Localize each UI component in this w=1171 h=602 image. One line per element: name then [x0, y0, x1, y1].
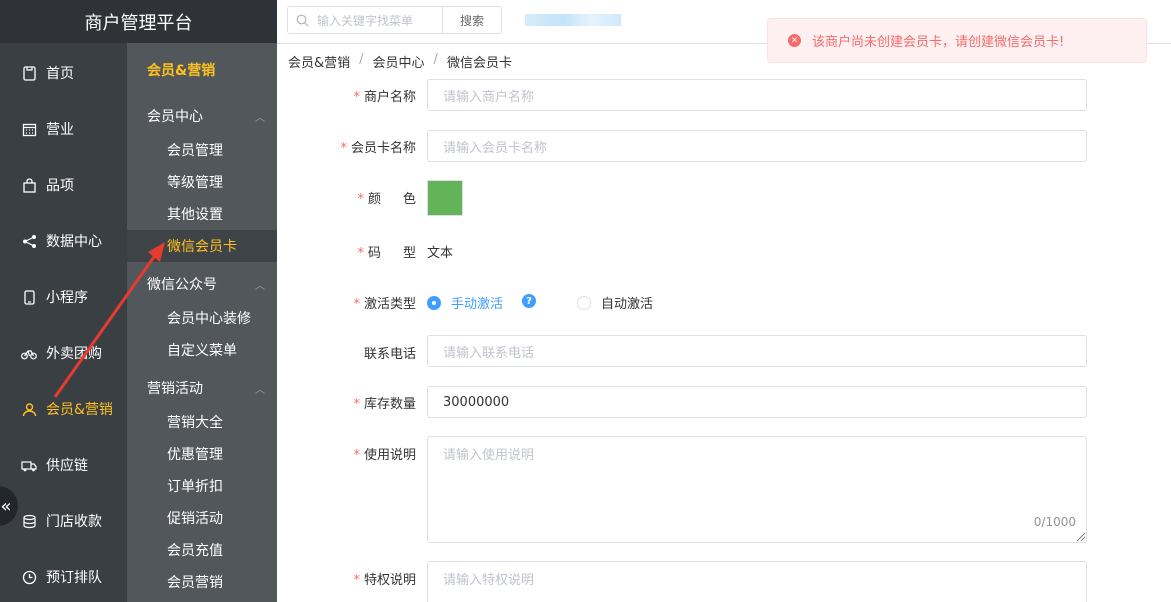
code-type-label: * 码型: [357, 246, 438, 261]
sidebar-item-coupon-management[interactable]: 优惠管理: [127, 438, 277, 470]
radio-auto-activation[interactable]: 自动激活: [577, 293, 653, 312]
usage-textarea[interactable]: 请输入使用说明 0/1000: [427, 436, 1087, 543]
color-label: * 颜色: [357, 192, 438, 207]
nav-item-store-payment[interactable]: 门店收款: [0, 493, 127, 549]
secondary-sidebar-title: 会员&营销: [147, 63, 216, 79]
group-label: 营销活动: [147, 381, 203, 397]
nav-item-member-marketing[interactable]: 会员&营销: [0, 381, 127, 437]
nav-item-data-center[interactable]: 数据中心: [0, 213, 127, 269]
group-label: 会员中心: [147, 109, 203, 125]
nav-item-miniprogram[interactable]: 小程序: [0, 269, 127, 325]
nav-item-label: 品项: [46, 178, 74, 194]
code-type-value: 文本: [427, 246, 454, 261]
privilege-textarea[interactable]: 请输入特权说明: [427, 561, 1087, 602]
radio-manual-activation[interactable]: 手动激活: [427, 293, 503, 312]
color-picker-swatch[interactable]: [427, 180, 463, 216]
nav-item-delivery[interactable]: 外卖团购: [0, 325, 127, 381]
chevron-up-icon: ︿: [255, 384, 265, 396]
group-member-center[interactable]: 会员中心 ︿: [147, 106, 267, 126]
bag-icon: [20, 176, 38, 194]
activation-type-label: * 激活类型: [353, 297, 416, 312]
help-icon[interactable]: ?: [522, 294, 536, 308]
breadcrumb-item[interactable]: 会员&营销: [288, 52, 350, 71]
app-root: 商户管理平台 首页 营业 品项 数据中心 小程序 外卖团购 会员&营销 供应链 …: [0, 0, 1171, 602]
group-label: 微信公众号: [147, 277, 217, 293]
card-name-input[interactable]: 请输入会员卡名称: [427, 130, 1087, 162]
nav-item-label: 门店收款: [46, 514, 102, 530]
toast-message: 该商户尚未创建会员卡，请创建微信会员卡!: [812, 35, 1065, 50]
coins-icon: [20, 512, 38, 530]
merchant-name-input[interactable]: 请输入商户名称: [427, 79, 1087, 111]
bike-icon: [20, 344, 38, 362]
stock-input[interactable]: 30000000: [427, 386, 1087, 418]
nav-item-label: 供应链: [46, 458, 88, 474]
nav-item-supply-chain[interactable]: 供应链: [0, 437, 127, 493]
breadcrumb: 会员&营销 / 会员中心 / 微信会员卡: [288, 52, 512, 71]
sidebar-item-wechat-member-card[interactable]: 微信会员卡: [127, 230, 277, 262]
chevron-up-icon: ︿: [255, 280, 265, 292]
nav-item-label: 会员&营销: [46, 402, 113, 418]
sidebar-item-marketing-all[interactable]: 营销大全: [127, 406, 277, 438]
primary-sidebar: 首页 营业 品项 数据中心 小程序 外卖团购 会员&营销 供应链 门店收款 预订…: [0, 43, 127, 602]
merchant-name-label: * 商户名称: [353, 90, 416, 105]
error-toast: ✕ 该商户尚未创建会员卡，请创建微信会员卡!: [767, 18, 1147, 63]
search-placeholder: 输入关键字找菜单: [317, 13, 414, 28]
stock-label: * 库存数量: [353, 397, 416, 412]
sidebar-item-custom-menu[interactable]: 自定义菜单: [127, 334, 277, 366]
error-icon: ✕: [788, 34, 801, 47]
nav-item-products[interactable]: 品项: [0, 157, 127, 213]
clock-icon: [20, 568, 38, 586]
group-wechat-official[interactable]: 微信公众号 ︿: [147, 274, 267, 294]
nav-item-label: 营业: [46, 122, 74, 138]
sidebar-item-member-center-decor[interactable]: 会员中心装修: [127, 302, 277, 334]
phone-icon: [20, 64, 38, 82]
calendar-icon: [20, 120, 38, 138]
group-marketing[interactable]: 营销活动 ︿: [147, 378, 267, 398]
share-icon: [20, 232, 38, 250]
nav-item-label: 数据中心: [46, 234, 102, 250]
user-icon: [20, 400, 38, 418]
secondary-sidebar: 会员&营销 会员中心 ︿ 会员管理 等级管理 其他设置 微信会员卡 微信公众号 …: [127, 43, 277, 602]
usage-label: * 使用说明: [353, 448, 416, 463]
privilege-label: * 特权说明: [353, 573, 416, 588]
nav-item-label: 小程序: [46, 290, 88, 306]
sidebar-item-promotion[interactable]: 促销活动: [127, 502, 277, 534]
nav-item-home[interactable]: 首页: [0, 45, 127, 101]
phone-label: 联系电话: [363, 347, 416, 362]
nav-item-business[interactable]: 营业: [0, 101, 127, 157]
nav-item-label: 外卖团购: [46, 346, 102, 362]
truck-icon: [20, 456, 38, 474]
app-title: 商户管理平台: [0, 0, 277, 43]
chevron-up-icon: ︿: [255, 112, 265, 124]
resize-handle[interactable]: [1077, 533, 1085, 541]
sidebar-item-order-discount[interactable]: 订单折扣: [127, 470, 277, 502]
search-button[interactable]: 搜索: [443, 6, 502, 34]
nav-item-reservation[interactable]: 预订排队: [0, 549, 127, 602]
sidebar-item-member-marketing[interactable]: 会员营销: [127, 566, 277, 598]
sidebar-item-member-management[interactable]: 会员管理: [127, 134, 277, 166]
sidebar-item-level-management[interactable]: 等级管理: [127, 166, 277, 198]
char-counter: 0/1000: [1033, 515, 1076, 529]
breadcrumb-item: 微信会员卡: [446, 56, 512, 71]
phone-input[interactable]: 请输入联系电话: [427, 335, 1087, 367]
sidebar-item-other-settings[interactable]: 其他设置: [127, 198, 277, 230]
menu-search-input[interactable]: 输入关键字找菜单: [287, 6, 443, 34]
mobile-icon: [20, 288, 38, 306]
sidebar-item-member-recharge[interactable]: 会员充值: [127, 534, 277, 566]
search-icon: [296, 14, 309, 27]
blurred-username: [525, 14, 621, 26]
card-name-label: * 会员卡名称: [340, 141, 416, 156]
nav-item-label: 预订排队: [46, 570, 102, 586]
breadcrumb-item[interactable]: 会员中心: [373, 52, 425, 71]
nav-item-label: 首页: [46, 66, 74, 82]
